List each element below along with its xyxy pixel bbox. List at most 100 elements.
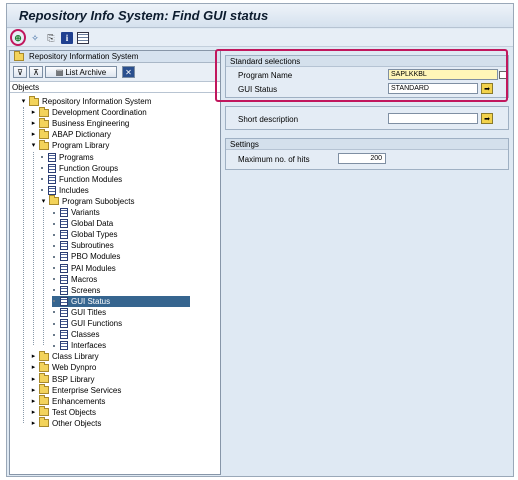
pane-header: Repository Information System [10, 50, 220, 63]
tree-node[interactable]: ▸ Business Engineering [30, 117, 129, 129]
tree-leaf-dot [53, 244, 55, 247]
settings-group: Settings Maximum no. of hits 200 [225, 138, 509, 170]
tree-node-label: Enterprise Services [52, 385, 122, 395]
tree-node-label: Global Types [71, 230, 118, 240]
tree-node[interactable]: ▸ ABAP Dictionary [30, 128, 111, 140]
tree-node[interactable]: ▸ Test Objects [30, 406, 97, 418]
tree-node-label: Test Objects [52, 407, 97, 417]
folder-icon [14, 50, 24, 61]
tree-leaf-dot [41, 156, 43, 158]
tree-leaf-dot [53, 322, 55, 325]
document-icon [60, 307, 68, 317]
window-title: Repository Info System: Find GUI status [19, 8, 269, 23]
tree-node-label: Classes [71, 330, 100, 340]
tree-node[interactable]: PBO Modules [52, 251, 120, 262]
list-archive-button[interactable]: ▤ List Archive [45, 66, 117, 78]
expanded-arrow-icon[interactable]: ▾ [40, 198, 47, 205]
document-icon [60, 219, 68, 229]
tree-node[interactable]: Programs [40, 152, 94, 163]
tree-node[interactable]: ▾ Repository Information System [20, 95, 151, 107]
object-navigator-pane: Repository Information System ⊽ ⊼ ▤ List… [9, 50, 221, 475]
max-hits-field[interactable]: 200 [338, 153, 386, 164]
tree-node-label: Function Groups [59, 163, 119, 173]
tree-node[interactable]: ▸ Other Objects [30, 417, 102, 429]
tree-node[interactable]: GUI Status [52, 295, 191, 307]
document-icon [60, 252, 68, 262]
execute-icon[interactable]: ⊕ [12, 32, 24, 44]
information-icon[interactable]: i [61, 32, 73, 44]
tree-node-label: GUI Status [71, 296, 111, 306]
tree-node-label: Other Objects [52, 418, 102, 428]
tree-node[interactable]: ▸ Web Dynpro [30, 361, 96, 373]
collapsed-arrow-icon[interactable]: ▸ [30, 364, 37, 371]
tree-node-label: GUI Functions [71, 319, 123, 328]
collapsed-arrow-icon[interactable]: ▸ [30, 420, 37, 427]
tree-node[interactable]: Subroutines [52, 240, 114, 251]
tree-leaf-dot [53, 289, 55, 292]
tree-node-label: Macros [71, 274, 98, 284]
collapsed-arrow-icon[interactable]: ▸ [30, 120, 37, 127]
tree-node[interactable]: ▾ Program Subobjects [40, 195, 135, 207]
tree-node[interactable]: PAI Modules [52, 263, 116, 274]
collapsed-arrow-icon[interactable]: ▸ [30, 376, 37, 383]
archive-icon: ▤ [55, 67, 64, 77]
tree-node[interactable]: Classes [52, 329, 99, 340]
collapsed-arrow-icon[interactable]: ▸ [30, 353, 37, 360]
tree-leaf-dot [53, 255, 55, 258]
tree-node[interactable]: ▸ Enhancements [30, 395, 105, 407]
tree-node[interactable]: GUI Functions [52, 318, 122, 329]
collapsed-arrow-icon[interactable]: ▸ [30, 387, 37, 394]
tree-node-label: Program Subobjects [62, 196, 135, 206]
tree-connector-line [33, 151, 34, 346]
tree-leaf-dot [53, 278, 55, 281]
tree-node[interactable]: ▸ Enterprise Services [30, 384, 122, 396]
tree-node-label: Screens [71, 285, 101, 295]
tree-node[interactable]: Global Data [52, 218, 113, 229]
tree-node[interactable]: GUI Titles [52, 307, 106, 318]
tree-node[interactable]: ▸ Class Library [30, 350, 99, 362]
folder-icon [39, 361, 49, 372]
find-icon[interactable]: ⎘ [45, 32, 57, 44]
expanded-arrow-icon[interactable]: ▾ [20, 98, 27, 105]
collapsed-arrow-icon[interactable]: ▸ [30, 409, 37, 416]
tree-node-label: Variants [71, 208, 100, 217]
tree-leaf-dot [41, 178, 43, 181]
tree-node-label: Function Modules [59, 174, 123, 184]
short-description-group: Short description ➡ [225, 106, 509, 130]
close-pane-button[interactable]: ✕ [122, 66, 135, 78]
tree-node[interactable]: ▸ BSP Library [30, 373, 95, 385]
tree-node[interactable]: Variants [52, 207, 100, 218]
collapsed-arrow-icon[interactable]: ▸ [30, 109, 37, 116]
tree-node-label: Class Library [52, 352, 99, 362]
collapse-subtree-button[interactable]: ⊼ [29, 66, 43, 78]
tree-leaf-dot [41, 167, 43, 170]
tree-node[interactable]: ▾ Program Library [30, 139, 109, 151]
tree-node[interactable]: Macros [52, 274, 97, 285]
table-icon[interactable] [77, 32, 89, 44]
tree-node[interactable]: Includes [40, 185, 89, 196]
collapse-icon: ⊼ [33, 67, 39, 77]
tree-node[interactable]: Function Modules [40, 174, 122, 185]
collapsed-arrow-icon[interactable]: ▸ [30, 398, 37, 405]
standard-selections-highlight [215, 49, 508, 102]
tree-node-label: Global Data [71, 219, 114, 229]
tree-node[interactable]: Screens [52, 285, 100, 296]
folder-icon [39, 117, 49, 128]
collapsed-arrow-icon[interactable]: ▸ [30, 131, 37, 138]
application-toolbar: ⊕ ✧ ⎘ i [7, 29, 513, 47]
document-icon [60, 330, 68, 340]
expand-subtree-button[interactable]: ⊽ [13, 66, 27, 78]
other-object-icon[interactable]: ✧ [29, 32, 41, 44]
multiple-selection-arrow-icon[interactable]: ➡ [481, 113, 493, 124]
tree-node-label: PBO Modules [71, 252, 121, 262]
document-icon [48, 174, 56, 184]
short-description-field[interactable] [388, 113, 478, 124]
tree-leaf-dot [53, 333, 55, 336]
tree-node[interactable]: Global Types [52, 229, 118, 240]
expanded-arrow-icon[interactable]: ▾ [30, 142, 37, 149]
tree-node[interactable]: ▸ Development Coordination [30, 106, 147, 118]
folder-icon [39, 417, 49, 428]
tree-node[interactable]: Function Groups [40, 163, 118, 174]
tree-node[interactable]: Interfaces [52, 340, 106, 351]
column-header-objects: Objects [10, 82, 220, 93]
